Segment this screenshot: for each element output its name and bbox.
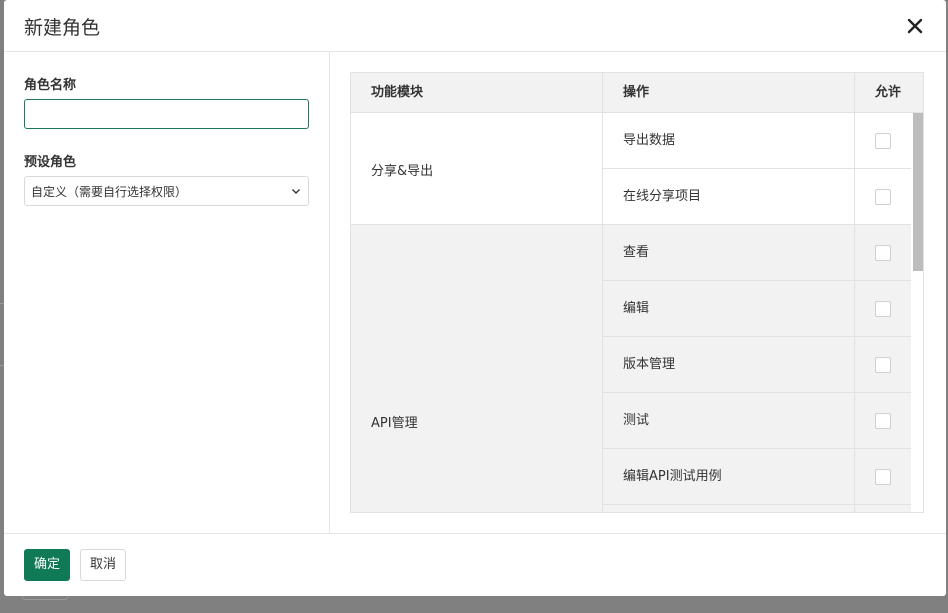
modal-header: 新建角色 (4, 0, 946, 52)
allow-checkbox[interactable] (875, 189, 891, 205)
close-icon (907, 18, 923, 34)
modal-title: 新建角色 (24, 17, 101, 39)
column-divider (602, 73, 603, 512)
table-row: 查看 (603, 225, 911, 281)
role-name-input[interactable] (24, 99, 309, 129)
header-operation: 操作 (623, 85, 650, 100)
operation-label: 导出数据 (623, 133, 676, 148)
allow-checkbox[interactable] (875, 245, 891, 261)
scrollbar-thumb[interactable] (913, 113, 923, 271)
operation-label: 编辑API测试用例 (623, 469, 722, 484)
allow-checkbox[interactable] (875, 469, 891, 485)
allow-checkbox[interactable] (875, 133, 891, 149)
table-row: 版本管理 (603, 337, 911, 393)
table-row: 导出数据 (603, 113, 911, 169)
allow-checkbox[interactable] (875, 413, 891, 429)
module-cell: API管理 (371, 415, 418, 431)
operation-label: 测试 (623, 413, 650, 428)
table-row: 在线分享项目 (603, 169, 911, 225)
allow-checkbox[interactable] (875, 301, 891, 317)
column-divider (854, 73, 855, 512)
module-cell: 分享&导出 (371, 163, 434, 179)
header-module: 功能模块 (371, 85, 424, 100)
role-name-label: 角色名称 (24, 78, 77, 93)
table-row: 编辑 (603, 281, 911, 337)
new-role-modal: 新建角色 角色名称 预设角色 自定义（需要自行选择权限） 功能模块 操作 允许 … (4, 0, 946, 596)
operation-label: 在线分享项目 (623, 189, 702, 204)
modal-footer: 确定 取消 (4, 533, 946, 596)
cancel-button[interactable]: 取消 (80, 549, 127, 581)
chevron-down-icon (292, 189, 300, 194)
allow-checkbox[interactable] (875, 357, 891, 373)
preset-role-value: 自定义（需要自行选择权限） (31, 184, 188, 199)
table-row: 测试 (603, 393, 911, 449)
operation-label: 查看 (623, 245, 650, 260)
preset-role-label: 预设角色 (24, 155, 77, 170)
close-button[interactable] (904, 15, 926, 37)
operation-label: 编辑 (623, 301, 650, 316)
permissions-table: 功能模块 操作 允许 分享&导出 导出数据 在线分享项目 API管理 查看 编辑… (350, 72, 924, 513)
operation-label: 版本管理 (623, 357, 676, 372)
confirm-button[interactable]: 确定 (24, 549, 71, 581)
preset-role-select[interactable]: 自定义（需要自行选择权限） (24, 176, 309, 206)
table-row: 编辑API测试用例 (603, 449, 911, 505)
header-allow: 允许 (875, 85, 902, 100)
table-scrollbar[interactable] (911, 113, 923, 512)
role-form-pane: 角色名称 预设角色 自定义（需要自行选择权限） (4, 52, 330, 533)
table-header: 功能模块 操作 允许 (351, 73, 923, 113)
